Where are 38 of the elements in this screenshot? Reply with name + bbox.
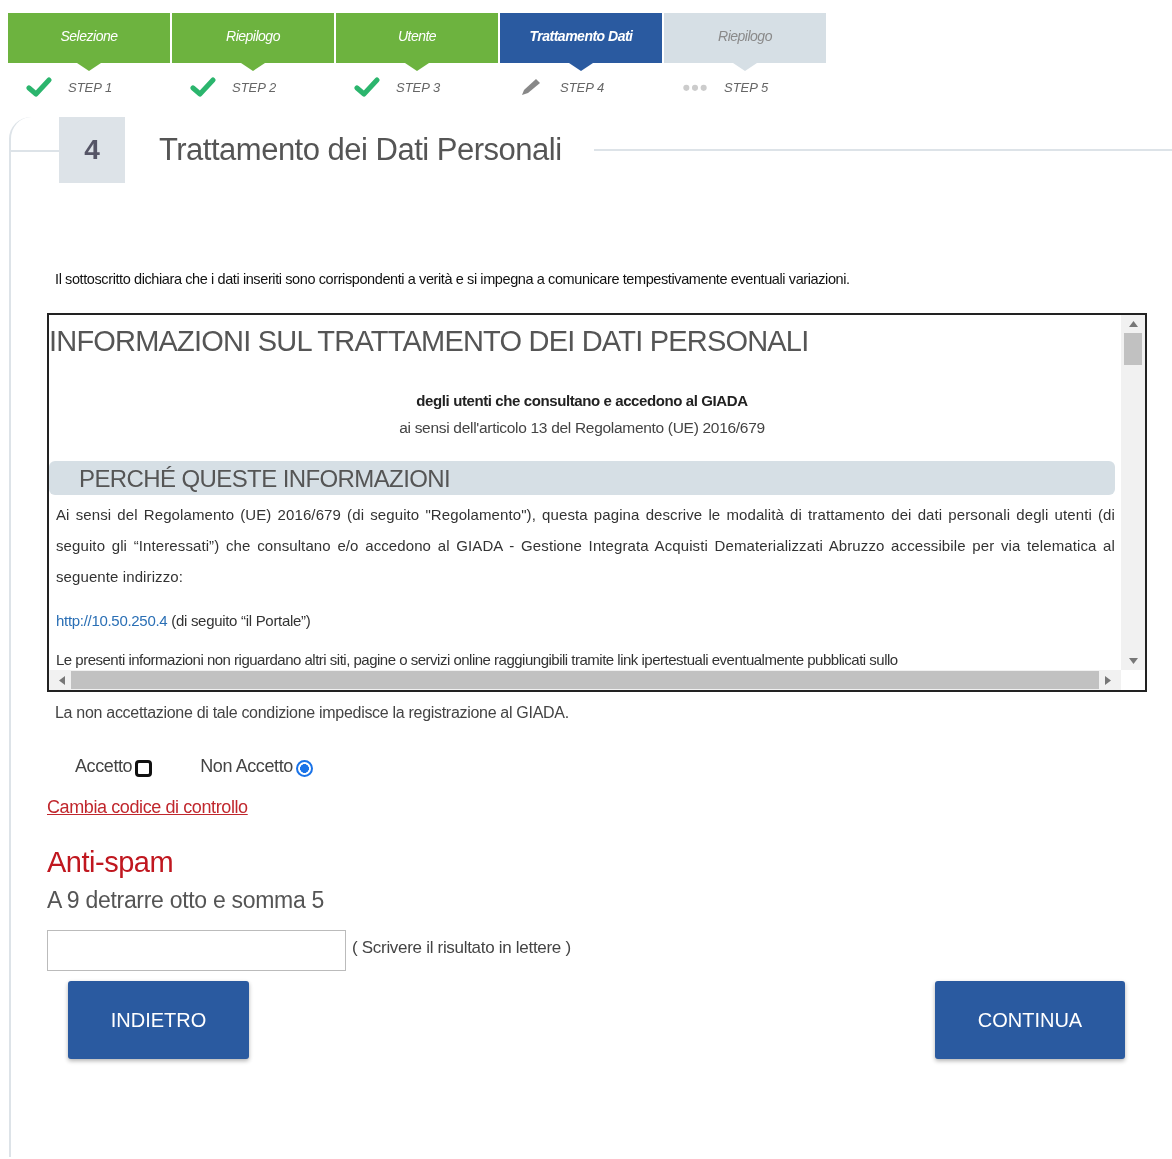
step-tab[interactable]: Trattamento Dati xyxy=(500,13,662,71)
radio-button[interactable] xyxy=(295,760,313,777)
option-label: Non Accetto xyxy=(200,756,293,777)
link-note: (di seguito “il Portale”) xyxy=(171,612,311,629)
answer-hint: ( Scrivere il risultato in lettere ) xyxy=(352,937,571,958)
privacy-paragraph: Le presenti informazioni non riguardano altri siti, pagine o servizi online raggiungibili tramite link ipertestuali eventualmente pubblicati sullo xyxy=(56,651,899,668)
section-title: Trattamento dei Dati Personali xyxy=(159,132,562,168)
option-label: Accetto xyxy=(75,756,133,777)
antispam-title: Anti-spam xyxy=(47,846,175,879)
antispam-question: A 9 detrarre otto e somma 5 xyxy=(47,887,325,914)
scroll-down-icon[interactable] xyxy=(1128,658,1138,664)
privacy-title: INFORMAZIONI SUL TRATTAMENTO DEI DATI PERSONALI xyxy=(49,325,810,358)
checkmark-icon xyxy=(354,77,380,97)
declaration-text: Il sottoscritto dichiara che i dati inseriti sono corrispondenti a verità e si impegna a comunicare tempestivamente eventuali variazioni. xyxy=(55,271,851,287)
radio-button[interactable] xyxy=(135,760,153,777)
vertical-scrollbar[interactable] xyxy=(1121,315,1145,670)
scroll-up-icon[interactable] xyxy=(1128,321,1138,327)
step-label: STEP 4 xyxy=(560,79,605,95)
privacy-heading: PERCHÉ QUESTE INFORMAZIONI xyxy=(49,461,1115,495)
continue-button[interactable]: CONTINUA xyxy=(935,981,1125,1059)
section-number: 4 xyxy=(59,117,125,183)
scroll-right-icon[interactable] xyxy=(1105,675,1111,685)
step-label: STEP 2 xyxy=(232,79,277,95)
step-label: STEP 3 xyxy=(396,79,441,95)
condition-note: La non accettazione di tale condizione impedisce la registrazione al GIADA. xyxy=(55,704,570,722)
step-label: STEP 1 xyxy=(68,79,113,95)
checkmark-icon xyxy=(26,77,52,97)
change-code-link[interactable]: Cambia codice di controllo xyxy=(47,797,248,818)
checkmark-icon xyxy=(190,77,216,97)
scrollbar-thumb[interactable] xyxy=(1124,333,1142,365)
portal-link[interactable]: http://10.50.250.4 xyxy=(56,612,168,629)
privacy-subtitle: degli utenti che consultano e accedono al GIADA xyxy=(415,392,749,409)
back-button[interactable]: INDIETRO xyxy=(68,981,249,1059)
privacy-paragraph: Ai sensi del Regolamento (UE) 2016/679 (di seguito "Regolamento"), questa pagina descrive le modalità di trattamento dei dati personali degli utenti (di seguito gli “Interessati”) che consultano e/o accedono al GIADA - Gestione Integrata Acquisti Dematerializzati Abruzzo accessibile per via telematica al seguente indirizzo: xyxy=(56,505,1115,587)
scroll-left-icon[interactable] xyxy=(59,675,65,685)
answer-field[interactable] xyxy=(47,930,346,971)
privacy-reference: ai sensi dell'articolo 13 del Regolamento (UE) 2016/679 xyxy=(398,419,766,437)
step-label: STEP 5 xyxy=(724,79,769,95)
